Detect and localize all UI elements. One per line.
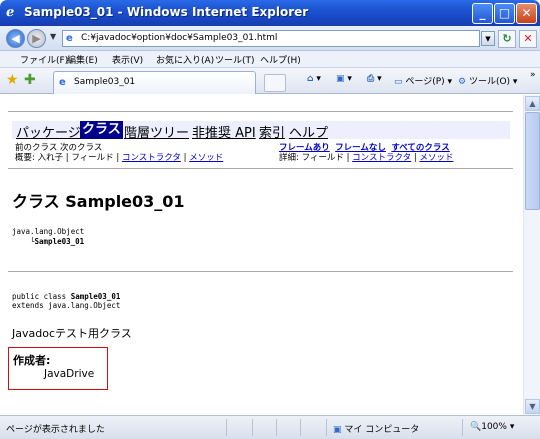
class-extends: extends java.lang.Object xyxy=(12,301,121,310)
url-text[interactable]: C:¥javadoc¥option¥doc¥Sample03_01.html xyxy=(81,33,277,43)
nav-deprecated-link[interactable]: 非推奨 API xyxy=(192,122,256,141)
nav-index-link[interactable]: 索引 xyxy=(259,122,285,141)
detail-method-link[interactable]: メソッド xyxy=(419,153,453,163)
zoom-icon: 🔍 xyxy=(470,422,482,432)
declaration-class: Sample03_01 xyxy=(70,292,121,301)
tools-menu-label: ツール(O) xyxy=(468,77,511,87)
javadoc-navbar: パッケージ クラス 階層ツリー 非推奨 API 索引 ヘルプ xyxy=(12,121,510,141)
tab-label: Sample03_01 xyxy=(74,77,136,87)
scroll-thumb[interactable] xyxy=(525,112,540,210)
status-separator xyxy=(226,419,227,436)
detail-prefix: 詳細: フィールド | xyxy=(279,153,353,163)
author-label: 作成者: xyxy=(13,354,51,367)
back-button[interactable]: ◀ xyxy=(6,29,25,48)
zone-label: マイ コンピュータ xyxy=(344,425,420,435)
security-zone[interactable]: ▣ マイ コンピュータ xyxy=(333,422,419,435)
divider xyxy=(8,271,513,272)
refresh-button[interactable]: ↻ xyxy=(498,30,516,48)
recent-pages-dropdown-icon[interactable]: ▼ xyxy=(50,32,56,41)
hierarchy-parent: java.lang.Object xyxy=(12,227,85,236)
menu-edit[interactable]: 編集(E) xyxy=(67,53,98,66)
page-icon: e xyxy=(66,33,73,44)
hierarchy-child-name: Sample03_01 xyxy=(34,237,85,246)
print-icon: ⎙ xyxy=(367,74,375,84)
author-highlight-box: 作成者: JavaDrive xyxy=(8,347,108,390)
status-separator xyxy=(252,419,253,436)
window-title: Sample03_01 - Windows Internet Explorer xyxy=(24,5,309,19)
tools-menu[interactable]: ⚙ ツール(O) ▾ xyxy=(458,74,517,87)
address-dropdown-button[interactable]: ▼ xyxy=(481,31,495,46)
page-menu-label: ページ(P) xyxy=(405,77,445,87)
hierarchy-child: └Sample03_01 xyxy=(30,237,84,246)
address-input[interactable]: e C:¥javadoc¥option¥doc¥Sample03_01.html xyxy=(62,30,480,47)
class-declaration: public class Sample03_01 xyxy=(12,292,120,301)
summary-method-link[interactable]: メソッド xyxy=(189,153,223,163)
author-value: JavaDrive xyxy=(44,368,95,380)
vertical-scrollbar[interactable]: ▲ ▼ xyxy=(523,95,540,415)
computer-icon: ▣ xyxy=(333,425,342,435)
address-bar: ◀ ▶ ▼ e C:¥javadoc¥option¥doc¥Sample03_0… xyxy=(0,26,540,51)
tab-bar: ★ ✚ e Sample03_01 ⌂ ▾ ▣ ▾ ⎙ ▾ ▭ ページ(P) ▾… xyxy=(0,68,540,94)
nav-class-current: クラス xyxy=(80,121,123,139)
summary-prefix: 概要: 入れ子 | フィールド | xyxy=(15,153,122,163)
status-text: ページが表示されました xyxy=(6,425,105,435)
class-title: クラス Sample03_01 xyxy=(12,192,185,211)
page-menu-icon: ▭ xyxy=(394,77,403,87)
scroll-down-button[interactable]: ▼ xyxy=(525,399,540,414)
zoom-level: 100% xyxy=(481,422,507,432)
add-favorites-icon[interactable]: ✚ xyxy=(24,73,36,87)
declaration-prefix: public class xyxy=(12,292,71,301)
maximize-button[interactable]: □ xyxy=(494,3,515,24)
minimize-button[interactable]: _ xyxy=(472,3,493,24)
nav-tree-link[interactable]: 階層ツリー xyxy=(124,122,189,141)
gear-icon: ⚙ xyxy=(458,77,467,87)
summary-sep: | xyxy=(180,153,190,163)
content-bottom-strip xyxy=(0,401,523,415)
class-description: Javadocテスト用クラス xyxy=(12,327,132,340)
close-button[interactable]: ✕ xyxy=(516,3,537,24)
scroll-up-button[interactable]: ▲ xyxy=(525,96,540,111)
title-bar: ℯ Sample03_01 - Windows Internet Explore… xyxy=(0,0,540,26)
menu-file[interactable]: ファイル(F) xyxy=(20,53,68,66)
feeds-button[interactable]: ▣ ▾ xyxy=(336,74,352,84)
menu-help[interactable]: ヘルプ(H) xyxy=(260,53,301,66)
favorites-star-icon[interactable]: ★ xyxy=(6,73,19,87)
nav-package-link[interactable]: パッケージ xyxy=(16,122,81,141)
detail-nav: 詳細: フィールド | コンストラクタ | メソッド xyxy=(279,151,453,163)
nav-help-link[interactable]: ヘルプ xyxy=(289,122,328,141)
new-tab-button[interactable] xyxy=(264,74,286,92)
feeds-icon: ▣ xyxy=(336,74,345,84)
menu-tools[interactable]: ツール(T) xyxy=(215,53,255,66)
forward-button[interactable]: ▶ xyxy=(27,29,46,48)
summary-nav: 概要: 入れ子 | フィールド | コンストラクタ | メソッド xyxy=(15,151,223,163)
home-icon: ⌂ xyxy=(307,74,314,84)
status-separator xyxy=(326,419,327,436)
menu-bar: ファイル(F) 編集(E) 表示(V) お気に入り(A) ツール(T) ヘルプ(… xyxy=(0,51,540,68)
home-button[interactable]: ⌂ ▾ xyxy=(307,74,321,84)
tab-page-icon: e xyxy=(59,77,66,88)
divider xyxy=(8,111,513,112)
toolbar-overflow-button[interactable]: » xyxy=(530,70,536,80)
divider xyxy=(8,168,513,169)
menu-favorites[interactable]: お気に入り(A) xyxy=(156,53,214,66)
page-menu[interactable]: ▭ ページ(P) ▾ xyxy=(394,74,452,87)
stop-button[interactable]: ✕ xyxy=(519,30,537,48)
status-separator xyxy=(276,419,277,436)
detail-constructor-link[interactable]: コンストラクタ xyxy=(352,153,411,163)
menu-view[interactable]: 表示(V) xyxy=(112,53,143,66)
page-content: パッケージ クラス 階層ツリー 非推奨 API 索引 ヘルプ 前のクラス 次のク… xyxy=(0,95,523,401)
status-bar: ページが表示されました ▣ マイ コンピュータ 🔍100% ▾ xyxy=(0,415,540,439)
status-separator xyxy=(300,419,301,436)
ie-logo-icon: ℯ xyxy=(6,5,15,20)
print-button[interactable]: ⎙ ▾ xyxy=(367,74,382,84)
status-separator xyxy=(462,419,463,436)
zoom-control[interactable]: 🔍100% ▾ xyxy=(470,422,514,432)
tab-sample03[interactable]: e Sample03_01 xyxy=(53,71,256,94)
summary-constructor-link[interactable]: コンストラクタ xyxy=(122,153,181,163)
